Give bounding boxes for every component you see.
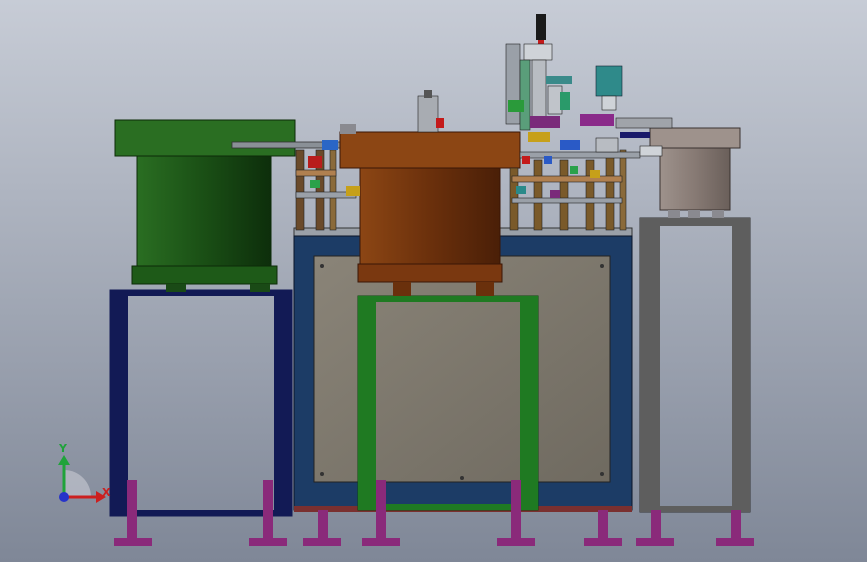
cad-viewport[interactable]: Y X bbox=[0, 0, 867, 562]
bowl-feeder-center bbox=[339, 131, 521, 296]
axis-x-label: X bbox=[102, 486, 111, 499]
axis-y-label: Y bbox=[59, 442, 67, 455]
bowl-feeder-right bbox=[649, 127, 741, 218]
model-canvas[interactable] bbox=[0, 0, 867, 562]
